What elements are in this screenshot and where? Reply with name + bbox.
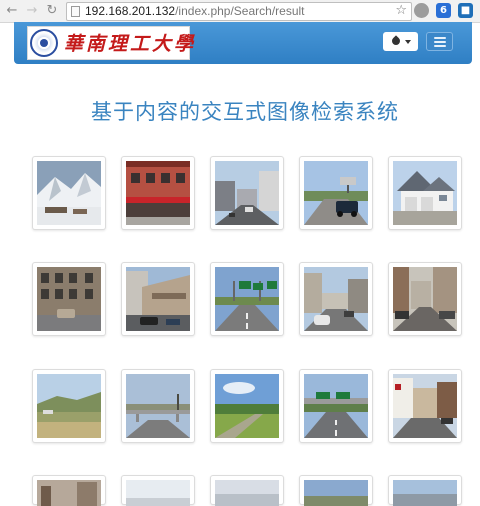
highway-overpass-image [304,374,368,438]
office-building-image [37,267,101,331]
result-thumbnail[interactable] [121,369,195,443]
bookmark-star-icon[interactable]: ☆ [395,3,407,19]
result-thumbnail[interactable] [299,262,373,336]
hamburger-bar [434,41,446,43]
highway-bridge-image [126,374,190,438]
result-thumbnail[interactable] [121,475,195,506]
suv-road-image [304,161,368,225]
extension-6-icon[interactable]: 6 [436,3,451,18]
back-arrow-icon[interactable]: ← [4,3,20,19]
chevron-down-icon [405,40,411,44]
extension-globe-icon[interactable] [414,3,429,18]
browser-toolbar: ← → ↻ 192.168.201.132/index.php/Search/r… [0,0,480,23]
building-corner-image [126,267,190,331]
url-path: /index.php/Search/result [175,4,305,18]
result-thumbnail[interactable] [32,369,106,443]
result-thumbnail[interactable] [210,156,284,230]
city-street-image [215,161,279,225]
menu-toggle-button[interactable] [426,32,453,51]
url-text: 192.168.201.132/index.php/Search/result [85,4,305,19]
row4-image-5 [393,480,457,506]
result-thumbnail[interactable] [32,156,106,230]
university-logo[interactable]: 華南理工大學 [27,26,193,60]
snow-mountain-image [37,161,101,225]
site-navbar: 華南理工大學 [14,22,472,64]
result-thumbnail[interactable] [210,369,284,443]
result-thumbnail[interactable] [388,156,462,230]
logo-calligraphy: 華南理工大學 [64,33,197,55]
shopping-street-image [304,267,368,331]
row4-image-2 [126,480,190,506]
town-street-image [393,374,457,438]
address-bar[interactable]: 192.168.201.132/index.php/Search/result … [66,2,412,21]
page-title: 基于内容的交互式图像检索系统 [91,100,399,124]
page-icon [71,6,80,17]
brick-storefront-image [126,161,190,225]
result-thumbnail[interactable] [388,369,462,443]
highway-signs-image [215,267,279,331]
hillside-field-image [37,374,101,438]
result-thumbnail[interactable] [299,475,373,506]
hamburger-bar [434,45,446,47]
green-valley-image [215,374,279,438]
result-thumbnail[interactable] [121,262,195,336]
result-thumbnail[interactable] [388,475,462,506]
hamburger-bar [434,37,446,39]
university-seal-icon [30,29,58,57]
result-thumbnail[interactable] [210,475,284,506]
result-thumbnail[interactable] [299,369,373,443]
forward-arrow-icon[interactable]: → [24,3,40,19]
result-thumbnail[interactable] [32,262,106,336]
result-thumbnail[interactable] [210,262,284,336]
url-host: 192.168.201.132 [85,4,176,18]
theme-dropdown-button[interactable] [383,32,418,51]
result-thumbnail[interactable] [121,156,195,230]
result-thumbnail[interactable] [299,156,373,230]
row4-image-1 [37,480,101,506]
old-street-image [393,267,457,331]
result-thumbnail[interactable] [32,475,106,506]
extension-app-icon[interactable]: ■ [458,3,473,18]
row4-image-3 [215,480,279,506]
droplet-icon [390,35,402,47]
result-thumbnail[interactable] [388,262,462,336]
reload-icon[interactable]: ↻ [44,3,60,19]
row4-image-4 [304,480,368,506]
white-house-image [393,161,457,225]
